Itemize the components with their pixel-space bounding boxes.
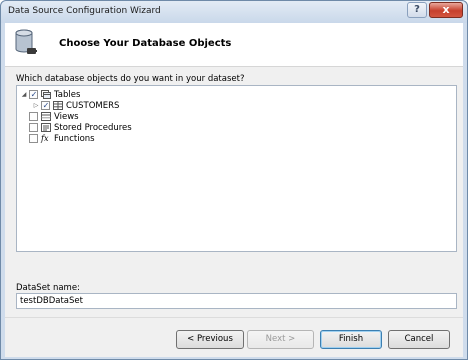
database-objects-tree[interactable]: ◢ Tables ▷ CUSTOMERS xyxy=(16,85,457,252)
wizard-header: Choose Your Database Objects xyxy=(5,23,463,67)
wizard-footer: < Previous Next > Finish Cancel xyxy=(5,317,463,357)
help-button[interactable]: ? xyxy=(407,2,427,18)
finish-button[interactable]: Finish xyxy=(320,330,382,349)
tree-item-label: Tables xyxy=(54,89,81,100)
previous-button[interactable]: < Previous xyxy=(176,330,244,349)
next-button[interactable]: Next > xyxy=(247,330,314,349)
tree-item-views[interactable]: Views xyxy=(20,111,79,122)
tree-item-stored-procedures[interactable]: Stored Procedures xyxy=(20,122,132,133)
dataset-name-label: DataSet name: xyxy=(16,283,80,293)
expand-arrow-icon[interactable]: ▷ xyxy=(32,102,40,109)
wizard-body: Which database objects do you want in yo… xyxy=(5,67,463,317)
tables-checkbox[interactable] xyxy=(29,90,38,99)
views-icon xyxy=(41,112,51,121)
wizard-window: Data Source Configuration Wizard ? x Cho… xyxy=(0,0,468,360)
window-title: Data Source Configuration Wizard xyxy=(8,6,161,16)
collapse-arrow-icon[interactable]: ◢ xyxy=(20,91,28,98)
tables-icon xyxy=(41,90,51,99)
function-icon: fx xyxy=(41,134,49,143)
tree-item-tables[interactable]: ◢ Tables xyxy=(20,89,81,100)
dataset-name-input[interactable] xyxy=(16,293,457,309)
customers-checkbox[interactable] xyxy=(41,101,50,110)
tree-item-label: Functions xyxy=(54,133,95,144)
stored-procedures-checkbox[interactable] xyxy=(29,123,38,132)
page-title: Choose Your Database Objects xyxy=(59,38,232,49)
views-checkbox[interactable] xyxy=(29,112,38,121)
tree-item-customers[interactable]: ▷ CUSTOMERS xyxy=(32,100,120,111)
functions-checkbox[interactable] xyxy=(29,134,38,143)
table-icon xyxy=(53,101,63,110)
objects-prompt-label: Which database objects do you want in yo… xyxy=(16,74,245,84)
tree-item-functions[interactable]: fx Functions xyxy=(20,133,95,144)
title-bar[interactable]: Data Source Configuration Wizard ? x xyxy=(1,1,467,23)
tree-item-label: Views xyxy=(54,111,79,122)
cancel-button[interactable]: Cancel xyxy=(388,330,450,349)
tree-item-label: CUSTOMERS xyxy=(66,100,120,111)
database-connection-icon xyxy=(15,29,37,54)
stored-procedure-icon xyxy=(41,123,51,132)
close-button[interactable]: x xyxy=(429,2,463,18)
tree-item-label: Stored Procedures xyxy=(54,122,132,133)
